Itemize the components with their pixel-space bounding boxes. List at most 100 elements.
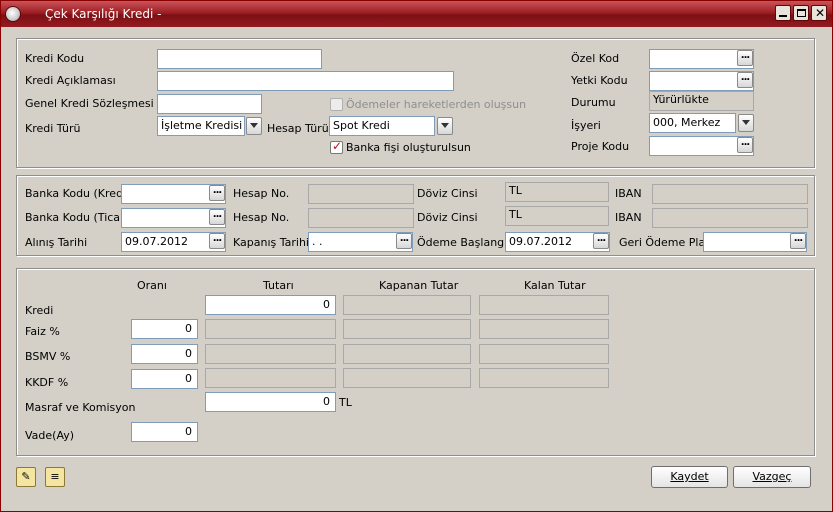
doviz-cinsi-1-value: TL — [505, 182, 609, 202]
banka-kodu-ticari-lookup-button[interactable]: ... — [209, 209, 225, 225]
kkdf-kalan-value — [479, 368, 609, 388]
ozel-kod-label: Özel Kod — [571, 52, 620, 65]
general-info-group: Kredi Kodu Kredi Açıklaması Genel Kredi … — [16, 38, 815, 168]
hesap-no-1-label: Hesap No. — [233, 187, 290, 200]
iban-2-label: IBAN — [615, 211, 642, 224]
edit-tool-button[interactable]: ✎ — [16, 467, 36, 487]
masraf-currency-label: TL — [339, 396, 352, 409]
window-title: Çek Karşılığı Kredi - — [45, 7, 162, 21]
amounts-group: Oranı Tutarı Kapanan Tutar Kalan Tutar K… — [16, 268, 815, 456]
masraf-komisyon-input[interactable]: 0 — [205, 392, 336, 412]
minimize-button[interactable] — [775, 5, 791, 21]
kaydet-button[interactable]: Kaydet — [651, 466, 728, 488]
proje-kodu-label: Proje Kodu — [571, 140, 630, 153]
kredi-kodu-label: Kredi Kodu — [25, 52, 85, 65]
minimize-icon — [779, 15, 787, 17]
proje-kodu-lookup-button[interactable]: ... — [737, 137, 753, 153]
kredi-kodu-input[interactable] — [157, 49, 322, 69]
kalan-tutar-header: Kalan Tutar — [524, 279, 586, 292]
isyeri-dropdown-button[interactable] — [738, 114, 754, 132]
durumu-value: Yürürlükte — [649, 91, 754, 111]
kapanan-tutar-header: Kapanan Tutar — [379, 279, 459, 292]
maximize-icon — [797, 9, 806, 17]
isyeri-select[interactable]: 000, Merkez — [649, 113, 736, 133]
doviz-cinsi-2-value: TL — [505, 206, 609, 226]
kkdf-kapanan-value — [343, 368, 471, 388]
notes-tool-button[interactable]: ≡ — [45, 467, 65, 487]
iban-1-value — [652, 184, 808, 204]
geri-odeme-plani-label: Geri Ödeme Planı — [619, 236, 716, 249]
banka-kodu-ticari-label: Banka Kodu (Ticari) — [25, 211, 132, 224]
iban-1-label: IBAN — [615, 187, 642, 200]
bsmv-kapanan-value — [343, 344, 471, 364]
cek-karsiligi-kredi-window: Çek Karşılığı Kredi - ✕ Kredi Kodu Kredi… — [0, 0, 833, 512]
hesap-no-2-value — [308, 208, 414, 228]
banka-fisi-checkbox-label: Banka fişi oluşturulsun — [346, 141, 471, 154]
banka-kodu-kredi-label: Banka Kodu (Kredi) — [25, 187, 131, 200]
tutari-header: Tutarı — [263, 279, 294, 292]
chevron-down-icon — [441, 123, 449, 128]
odemeler-checkbox-label: Ödemeler hareketlerden oluşsun — [346, 98, 527, 111]
maximize-button[interactable] — [793, 5, 809, 21]
faiz-kalan-value — [479, 319, 609, 339]
title-bar[interactable]: Çek Karşılığı Kredi - ✕ — [1, 1, 832, 27]
kredi-aciklamasi-input[interactable] — [157, 71, 454, 91]
faiz-tutari-value — [205, 319, 336, 339]
iban-2-value — [652, 208, 808, 228]
bsmv-orani-input[interactable]: 0 — [131, 344, 198, 364]
doviz-cinsi-2-label: Döviz Cinsi — [417, 211, 478, 224]
hesap-no-2-label: Hesap No. — [233, 211, 290, 224]
bank-info-group: Banka Kodu (Kredi) ... Hesap No. Döviz C… — [16, 175, 815, 256]
masraf-komisyon-label: Masraf ve Komisyon — [25, 401, 136, 414]
ozel-kod-lookup-button[interactable]: ... — [737, 50, 753, 66]
kkdf-row-label: KKDF % — [25, 376, 69, 389]
chevron-down-icon — [250, 123, 258, 128]
hesap-no-1-value — [308, 184, 414, 204]
kredi-turu-select[interactable]: İşletme Kredisi — [157, 116, 245, 136]
yetki-kodu-lookup-button[interactable]: ... — [737, 72, 753, 88]
geri-odeme-plani-lookup-button[interactable]: ... — [790, 233, 806, 249]
orani-header: Oranı — [137, 279, 167, 292]
genel-sozlesme-input[interactable] — [157, 94, 262, 114]
kredi-turu-dropdown-button[interactable] — [246, 117, 262, 135]
faiz-row-label: Faiz % — [25, 325, 60, 338]
isyeri-label: İşyeri — [571, 119, 601, 132]
faiz-kapanan-value — [343, 319, 471, 339]
kapanis-tarihi-label: Kapanış Tarihi — [233, 236, 309, 249]
close-button[interactable]: ✕ — [811, 5, 827, 21]
vade-ay-input[interactable]: 0 — [131, 422, 198, 442]
vade-ay-label: Vade(Ay) — [25, 429, 75, 442]
app-icon — [5, 6, 21, 22]
durumu-label: Durumu — [571, 96, 616, 109]
doviz-cinsi-1-label: Döviz Cinsi — [417, 187, 478, 200]
hesap-turu-label: Hesap Türü — [267, 122, 329, 135]
odeme-baslangici-calendar-button[interactable]: ... — [593, 233, 609, 249]
kredi-aciklamasi-label: Kredi Açıklaması — [25, 74, 116, 87]
kkdf-orani-input[interactable]: 0 — [131, 369, 198, 389]
kredi-turu-label: Kredi Türü — [25, 122, 81, 135]
notes-icon: ≡ — [50, 470, 60, 483]
faiz-orani-input[interactable]: 0 — [131, 319, 198, 339]
banka-fisi-checkbox[interactable] — [330, 139, 343, 154]
kredi-kalan-value — [479, 295, 609, 315]
kapanis-tarihi-calendar-button[interactable]: ... — [396, 233, 412, 249]
bsmv-kalan-value — [479, 344, 609, 364]
hesap-turu-select[interactable]: Spot Kredi — [329, 116, 435, 136]
hesap-turu-dropdown-button[interactable] — [437, 117, 453, 135]
yetki-kodu-label: Yetki Kodu — [571, 74, 628, 87]
bsmv-row-label: BSMV % — [25, 350, 71, 363]
alinis-tarihi-calendar-button[interactable]: ... — [209, 233, 225, 249]
odeme-baslangici-label: Ödeme Başlangıcı — [417, 236, 517, 249]
alinis-tarihi-label: Alınış Tarihi — [25, 236, 88, 249]
chevron-down-icon — [742, 120, 750, 125]
kredi-kapanan-value — [343, 295, 471, 315]
edit-icon: ✎ — [21, 470, 31, 483]
bsmv-tutari-value — [205, 344, 336, 364]
kkdf-tutari-value — [205, 368, 336, 388]
kredi-tutari-input[interactable]: 0 — [205, 295, 336, 315]
odemeler-checkbox[interactable] — [330, 98, 343, 111]
genel-sozlesme-label: Genel Kredi Sözleşmesi No. — [25, 97, 176, 110]
kredi-row-label: Kredi — [25, 304, 54, 317]
banka-kodu-kredi-lookup-button[interactable]: ... — [209, 185, 225, 201]
vazgec-button[interactable]: Vazgeç — [733, 466, 811, 488]
